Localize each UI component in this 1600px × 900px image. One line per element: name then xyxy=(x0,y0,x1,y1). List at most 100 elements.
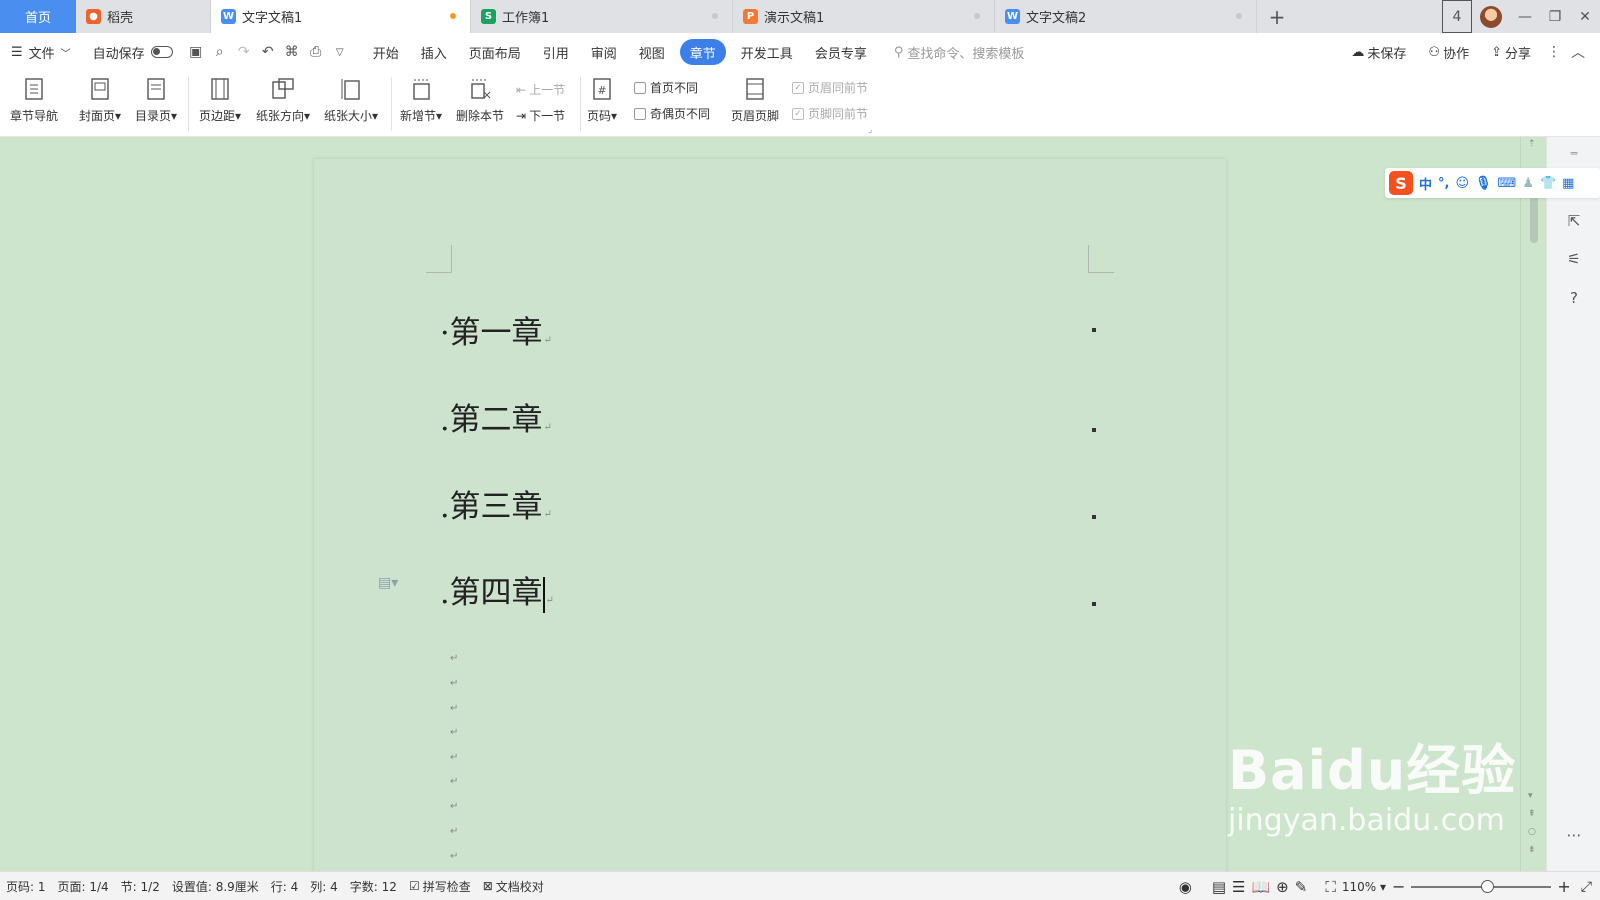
menu-review[interactable]: 审阅 xyxy=(580,39,628,65)
odd-even-different-checkbox[interactable]: 奇偶页不同 xyxy=(634,105,710,122)
tab-daoke[interactable]: ● 稻壳 xyxy=(76,0,211,33)
scroll-down-icon[interactable]: ▾ xyxy=(1528,791,1533,801)
menu-developer[interactable]: 开发工具 xyxy=(730,39,804,65)
zoom-in-icon[interactable]: + xyxy=(1557,877,1570,896)
eye-protection-icon[interactable]: ◉ xyxy=(1179,878,1192,896)
collab-button[interactable]: ⚇ 协作 xyxy=(1417,39,1480,65)
menu-start[interactable]: 开始 xyxy=(362,39,410,65)
autosave-toggle[interactable]: 自动保存 xyxy=(82,39,184,65)
tab-workbook-1[interactable]: S 工作簿1 xyxy=(471,0,733,33)
new-tab-button[interactable]: + xyxy=(1257,0,1297,33)
minimize-icon[interactable]: — xyxy=(1510,0,1540,33)
tab-document-2[interactable]: W 文字文稿2 xyxy=(995,0,1257,33)
new-section-button[interactable]: 新增节▾ xyxy=(400,75,442,124)
first-page-different-checkbox[interactable]: 首页不同 xyxy=(634,79,698,96)
sogou-logo-icon[interactable]: S xyxy=(1389,171,1413,195)
properties-sliders-icon[interactable]: ⚟ xyxy=(1564,249,1584,269)
tab-document-1[interactable]: W 文字文稿1 xyxy=(211,0,471,33)
toc-page-button[interactable]: 目录页▾ xyxy=(135,75,177,124)
emoji-icon[interactable]: ☺ xyxy=(1455,176,1469,191)
paper-size-button[interactable]: 纸张大小▾ xyxy=(324,75,378,124)
status-word-count[interactable]: 字数: 12 xyxy=(344,878,403,895)
spell-check-button[interactable]: ☑ 拼写检查 xyxy=(403,878,477,895)
keyboard-icon[interactable]: ⌨ xyxy=(1498,176,1517,191)
save-icon[interactable]: ▣ xyxy=(184,39,208,65)
fit-page-icon[interactable]: ⛶ xyxy=(1325,878,1336,896)
tab-home[interactable]: 首页 xyxy=(0,0,76,33)
redo-icon[interactable]: ↷ xyxy=(232,39,256,65)
document-page[interactable]: ·第一章↵ .第二章↵ .第三章↵ .第四章 ↵ ↵ ↵ ↵ ↵ ↵ ↵ ↵ ↵ … xyxy=(314,159,1226,871)
print-preview-icon[interactable]: ⌕ xyxy=(208,39,232,65)
user-icon[interactable]: ♟ xyxy=(1522,176,1534,191)
delete-section-button[interactable]: 删除本节 xyxy=(456,75,504,124)
menu-view[interactable]: 视图 xyxy=(628,39,676,65)
unsaved-button[interactable]: ☁ 未保存 xyxy=(1340,39,1417,65)
footer-same-as-previous-checkbox[interactable]: ✓ 页脚同前节 xyxy=(792,105,868,122)
zoom-out-icon[interactable]: − xyxy=(1392,877,1405,896)
more-icon[interactable]: ⋮ xyxy=(1542,39,1566,65)
cover-page-button[interactable]: 封面页▾ xyxy=(79,75,121,124)
ribbon-expand-icon[interactable]: ⌟ xyxy=(868,125,872,135)
header-same-as-previous-checkbox[interactable]: ✓ 页眉同前节 xyxy=(792,79,868,96)
tab-close-dot-icon[interactable] xyxy=(1236,13,1242,19)
ime-language-toggle[interactable]: 中 xyxy=(1419,174,1432,193)
window-count-icon[interactable]: 4 xyxy=(1442,0,1472,33)
outline-view-icon[interactable]: ☰ xyxy=(1232,878,1245,896)
heading-chapter-2[interactable]: .第二章↵ xyxy=(440,394,552,439)
web-view-icon[interactable]: ⊕ xyxy=(1276,878,1289,896)
skin-shirt-icon[interactable]: 👕 xyxy=(1540,176,1556,191)
heading-chapter-4[interactable]: .第四章 ↵ xyxy=(440,567,554,613)
doc-proofread-button[interactable]: ⊠ 文档校对 xyxy=(477,878,550,895)
help-icon[interactable]: ? xyxy=(1564,288,1584,308)
menu-references[interactable]: 引用 xyxy=(532,39,580,65)
more-quick-icon[interactable]: ▽ xyxy=(328,39,352,65)
status-col[interactable]: 列: 4 xyxy=(304,878,344,895)
reading-view-icon[interactable]: 📖 xyxy=(1251,878,1270,896)
heading-chapter-1[interactable]: ·第一章↵ xyxy=(440,307,552,352)
zoom-level[interactable]: 110% ▾ xyxy=(1342,880,1386,894)
margins-button[interactable]: 页边距▾ xyxy=(199,75,241,124)
prev-section-button[interactable]: ⇤ 上一节 xyxy=(516,81,565,98)
zoom-slider-knob[interactable] xyxy=(1481,879,1495,893)
page-view-icon[interactable]: ▤ xyxy=(1212,878,1226,896)
prev-page-icon[interactable]: ⇞ xyxy=(1528,809,1536,819)
next-page-icon[interactable]: ⇟ xyxy=(1528,845,1536,855)
format-painter-icon[interactable]: ⌘ xyxy=(280,39,304,65)
status-page-code[interactable]: 页码: 1 xyxy=(0,878,52,895)
toolbox-grid-icon[interactable]: ▦ xyxy=(1562,176,1574,191)
file-menu[interactable]: ☰ 文件 ﹀ xyxy=(0,39,82,65)
header-footer-button[interactable]: 页眉页脚 xyxy=(731,75,779,124)
collapse-ribbon-icon[interactable]: ︿ xyxy=(1566,39,1590,65)
section-nav-button[interactable]: 章节导航 xyxy=(10,75,58,124)
punctuation-icon[interactable]: °, xyxy=(1438,176,1449,191)
select-browse-icon[interactable]: ○ xyxy=(1528,827,1536,837)
paste-options-icon[interactable]: ▤▾ xyxy=(378,575,398,591)
command-search[interactable]: ⚲ 查找命令、搜索模板 xyxy=(894,43,1025,62)
menu-insert[interactable]: 插入 xyxy=(410,39,458,65)
status-row[interactable]: 行: 4 xyxy=(265,878,305,895)
next-section-button[interactable]: ⇥ 下一节 xyxy=(516,107,565,124)
microphone-icon[interactable]: 🎙 xyxy=(1475,176,1492,191)
menu-section[interactable]: 章节 xyxy=(679,39,726,65)
more-horizontal-icon[interactable]: ⋯ xyxy=(1564,825,1584,845)
avatar[interactable] xyxy=(1480,5,1502,28)
undo-icon[interactable]: ↶ xyxy=(256,39,280,65)
status-section[interactable]: 节: 1/2 xyxy=(115,878,166,895)
orientation-button[interactable]: 纸张方向▾ xyxy=(256,75,310,124)
vertical-scrollbar[interactable]: ⇡ ▾ ⇞ ○ ⇟ xyxy=(1520,137,1546,871)
write-mode-icon[interactable]: ✎ xyxy=(1295,878,1308,896)
print-icon[interactable]: ⎙ xyxy=(304,39,328,65)
tab-close-dot-icon[interactable] xyxy=(974,13,980,19)
status-pages[interactable]: 页面: 1/4 xyxy=(52,878,115,895)
fullscreen-icon[interactable]: ⤢ xyxy=(1581,879,1592,895)
pane-collapse-icon[interactable]: ═ xyxy=(1564,143,1584,163)
tab-presentation-1[interactable]: P 演示文稿1 xyxy=(733,0,995,33)
menu-page-layout[interactable]: 页面布局 xyxy=(458,39,532,65)
tab-close-dot-icon[interactable] xyxy=(712,13,718,19)
close-icon[interactable]: ✕ xyxy=(1570,0,1600,33)
status-setting[interactable]: 设置值: 8.9厘米 xyxy=(166,878,265,895)
scroll-up-icon[interactable]: ⇡ xyxy=(1528,139,1536,149)
share-button[interactable]: ⇪ 分享 xyxy=(1480,39,1542,65)
restore-icon[interactable]: ❐ xyxy=(1540,0,1570,33)
menu-member[interactable]: 会员专享 xyxy=(804,39,878,65)
